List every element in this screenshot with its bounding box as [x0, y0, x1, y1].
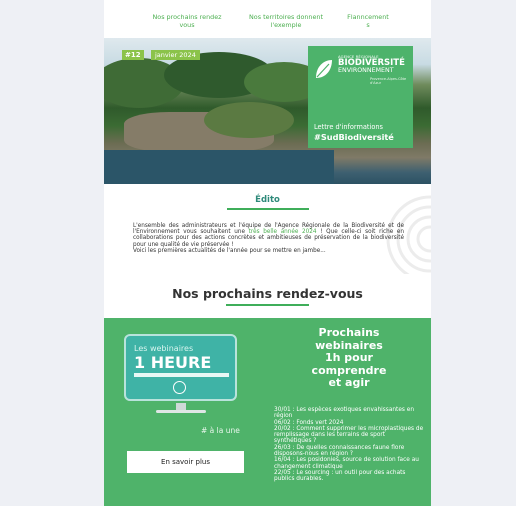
nav-link-rendez-vous[interactable]: Nos prochains rendez vous — [142, 13, 232, 29]
screen-bar — [134, 373, 229, 377]
en-savoir-plus-button[interactable]: En savoir plus — [127, 451, 244, 473]
newsletter-hashtag: #SudBiodiversité — [314, 132, 394, 142]
screen-webinaires-label: Les webinaires — [134, 344, 194, 353]
edito-title: Édito — [255, 195, 280, 205]
webinar-item: 26/03 : De quelles connaissances faune f… — [274, 444, 405, 458]
edito-text-line2: Voici les premières actualités de l'anné… — [133, 247, 326, 254]
webinar-title: Prochains webinaires 1h pour comprendre … — [274, 326, 424, 390]
a-la-une-tag: # à la une — [201, 426, 240, 435]
landscape-sea — [104, 150, 334, 184]
brand-region: Provence-Alpes-Côte d'Azur — [370, 77, 407, 85]
webinar-title-line: webinaires — [315, 338, 383, 352]
monitor-illustration: Les webinaires 1 HEURE — [124, 334, 237, 413]
webinar-item: 30/01 : Les espèces exotiques envahissan… — [274, 407, 414, 420]
edito-divider — [227, 208, 309, 210]
webinar-item: 22/05 : Le sourcing : un outil pour des … — [274, 469, 406, 483]
webinar-title-line: Prochains — [318, 326, 380, 339]
nav-link-territoires[interactable]: Nos territoires donnent l'exemple — [240, 13, 332, 29]
rendez-vous-divider — [226, 304, 309, 306]
brand-box: AGENCE RÉGIONALE BIODIVERSITÉ ENVIRONNEM… — [308, 46, 413, 148]
screen-heure-label: 1 HEURE — [134, 353, 212, 372]
rendez-vous-title: Nos prochains rendez-vous — [172, 286, 363, 301]
webinar-title-line: et agir — [328, 376, 370, 389]
issue-date: janvier 2024 — [151, 50, 200, 60]
landscape-shrub — [204, 102, 294, 138]
webinar-item: 16/04 : Les posidonies, source de soluti… — [274, 457, 419, 470]
top-navigation: Nos prochains rendez vous Nos territoire… — [104, 0, 431, 38]
webinar-title-line: 1h pour — [324, 351, 373, 364]
edito-section: Édito L'ensemble des administrateurs et … — [104, 184, 431, 284]
edito-body: L'ensemble des administrateurs et l'équi… — [133, 223, 404, 254]
header-banner: #12 janvier 2024 AGENCE RÉGIONALE BIODIV… — [104, 38, 431, 184]
play-icon — [173, 381, 186, 394]
newsletter-label: Lettre d'informations — [314, 123, 383, 131]
webinar-block: Les webinaires 1 HEURE # à la une En sav… — [104, 318, 431, 506]
monitor-screen: Les webinaires 1 HEURE — [124, 334, 237, 401]
brand-biodiversite: BIODIVERSITÉ — [338, 58, 405, 68]
newsletter-email: Nos prochains rendez vous Nos territoire… — [104, 0, 431, 506]
nav-link-financements[interactable]: Flanncement s — [340, 13, 396, 29]
nav-link-territoires-line2: l'exemple — [270, 20, 302, 29]
leaf-logo-icon — [316, 60, 332, 78]
nav-link-rendez-vous-line2: vous — [179, 20, 195, 29]
issue-number: #12 — [122, 50, 144, 60]
rendez-vous-section: Nos prochains rendez-vous — [104, 284, 431, 318]
webinar-schedule-list: 30/01 : Les espèces exotiques envahissan… — [274, 407, 424, 483]
nav-link-financements-line2: s — [366, 20, 370, 29]
monitor-base — [156, 410, 206, 413]
webinar-item: 20/02 : Comment supprimer les microplast… — [274, 425, 424, 445]
brand-environnement: ENVIRONNEMENT — [338, 67, 394, 74]
webinar-title-line: comprendre — [311, 363, 387, 377]
